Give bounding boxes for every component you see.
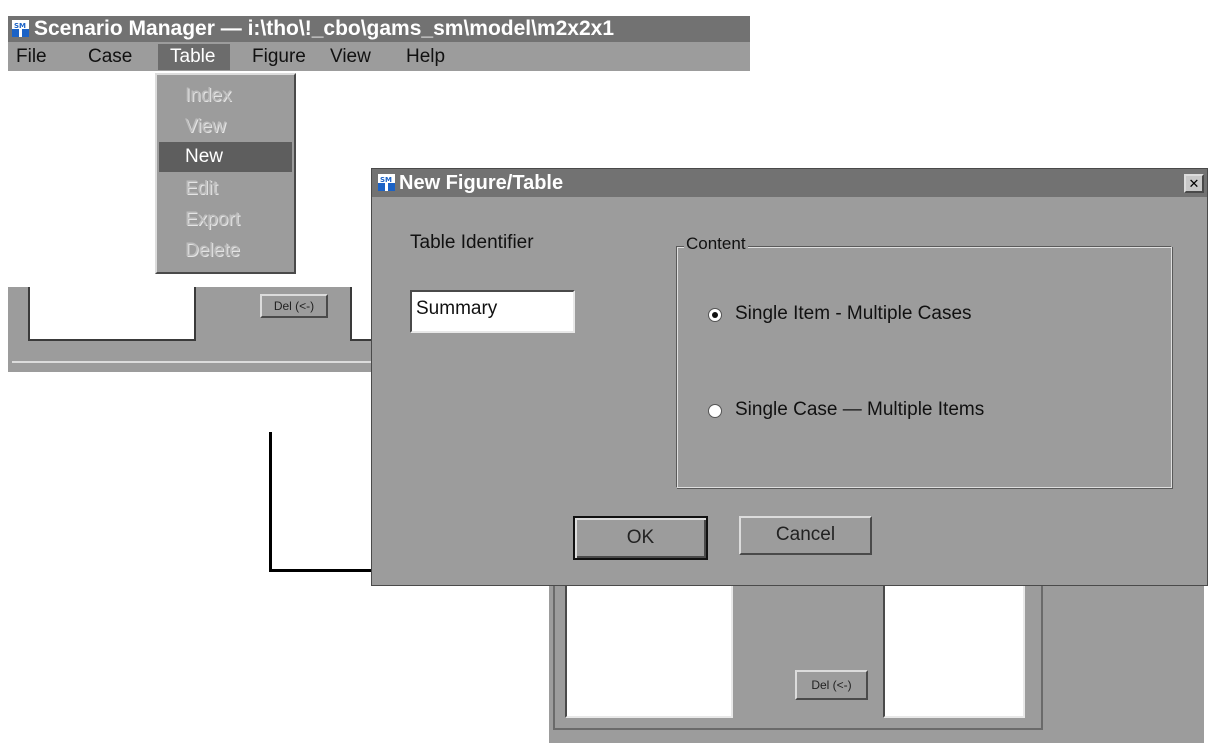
- table-identifier-input[interactable]: Summary: [410, 290, 575, 333]
- option-single-item-label: Single Item - Multiple Cases: [735, 303, 972, 324]
- table-identifier-label: Table Identifier: [410, 232, 534, 253]
- menu-bar: File Case Table Figure View Help: [8, 44, 750, 70]
- menu-item-export[interactable]: Export: [159, 205, 292, 235]
- menu-table[interactable]: Table: [158, 44, 230, 70]
- lower-window: Del (<-): [549, 560, 1204, 743]
- lower-del-button[interactable]: Del (<-): [795, 670, 868, 700]
- content-group-label: Content: [684, 234, 748, 254]
- menu-view[interactable]: View: [324, 44, 377, 70]
- lower-del-button-label: Del (<-): [811, 678, 852, 692]
- ok-button[interactable]: OK: [573, 516, 708, 560]
- menu-help[interactable]: Help: [400, 44, 451, 70]
- menu-item-edit[interactable]: Edit: [159, 174, 292, 204]
- ok-button-label: OK: [626, 527, 655, 548]
- lower-case-list-left[interactable]: [565, 578, 733, 718]
- option-single-item-multiple-cases[interactable]: Single Item - Multiple Cases: [708, 303, 1028, 329]
- cancel-button-label: Cancel: [775, 524, 836, 545]
- sm-app-icon: SM: [12, 20, 29, 37]
- connector-line-vertical: [269, 432, 272, 572]
- menu-item-delete[interactable]: Delete: [159, 236, 292, 266]
- main-title-bar[interactable]: SM Scenario Manager — i:\tho\!_cbo\gams_…: [8, 16, 750, 42]
- svg-text:SM: SM: [380, 176, 392, 184]
- svg-text:SM: SM: [14, 22, 26, 30]
- table-dropdown-menu: Index View New Edit Export Delete: [155, 73, 296, 274]
- dialog-close-button[interactable]: ✕: [1184, 174, 1204, 193]
- close-icon: ✕: [1188, 176, 1200, 191]
- radio-single-item[interactable]: [708, 308, 722, 322]
- sm-app-icon: SM: [378, 174, 395, 191]
- cancel-button[interactable]: Cancel: [739, 516, 872, 555]
- dialog-title: New Figure/Table: [399, 172, 564, 194]
- menu-item-view[interactable]: View: [159, 112, 292, 142]
- connector-line-horizontal: [269, 569, 373, 572]
- del-button[interactable]: Del (<-): [260, 294, 328, 318]
- new-figure-table-dialog: SM New Figure/Table ✕ Table Identifier S…: [371, 168, 1208, 586]
- main-window-title: Scenario Manager — i:\tho\!_cbo\gams_sm\…: [34, 17, 615, 40]
- menu-item-new[interactable]: New: [159, 142, 292, 172]
- lower-case-list-right[interactable]: [883, 578, 1025, 718]
- option-single-case-multiple-items[interactable]: Single Case — Multiple Items: [708, 399, 1028, 425]
- radio-single-case[interactable]: [708, 404, 722, 418]
- dialog-title-bar[interactable]: SM New Figure/Table ✕: [372, 169, 1207, 197]
- menu-figure[interactable]: Figure: [246, 44, 312, 70]
- table-identifier-value: Summary: [416, 298, 498, 319]
- content-group-box: [676, 246, 1172, 488]
- main-case-list-left[interactable]: [28, 287, 196, 341]
- option-single-case-label: Single Case — Multiple Items: [735, 399, 985, 420]
- del-button-label: Del (<-): [273, 299, 315, 313]
- menu-case[interactable]: Case: [82, 44, 138, 70]
- menu-file[interactable]: File: [10, 44, 53, 70]
- menu-item-index[interactable]: Index: [159, 81, 292, 111]
